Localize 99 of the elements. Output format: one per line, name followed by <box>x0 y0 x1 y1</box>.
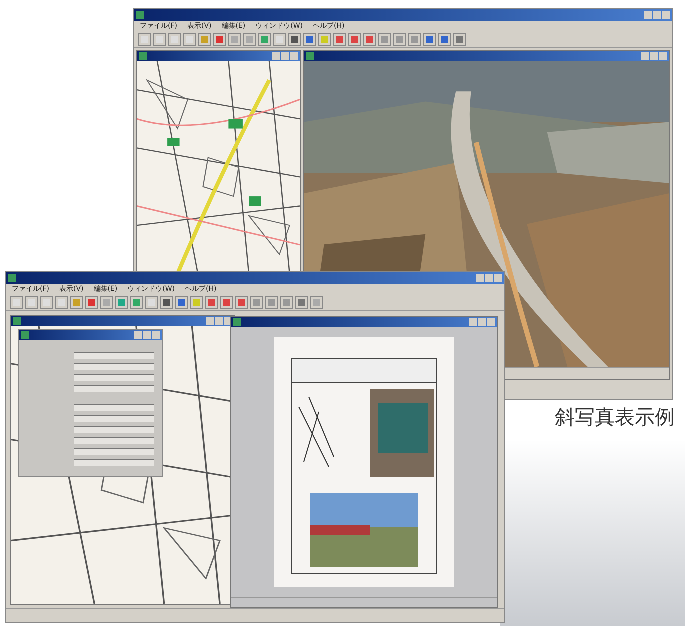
toolbar-button[interactable] <box>183 32 196 46</box>
tool-icon <box>261 36 268 42</box>
tool-icon <box>336 36 343 42</box>
tool-icon <box>456 36 463 42</box>
toolbar-button[interactable] <box>145 296 158 308</box>
toolbar-button[interactable] <box>220 296 233 308</box>
toolbar-button[interactable] <box>438 32 451 46</box>
toolbar-button[interactable] <box>55 296 68 308</box>
input-field[interactable] <box>74 374 154 381</box>
tool-icon <box>178 298 185 306</box>
toolbar-button[interactable] <box>363 32 376 46</box>
tool-icon <box>253 298 260 306</box>
tool-icon <box>238 298 245 306</box>
toolbar-button[interactable] <box>318 32 331 46</box>
tool-icon <box>276 36 283 42</box>
toolbar-button[interactable] <box>265 296 278 308</box>
tool-icon <box>148 298 155 306</box>
tool-icon <box>201 36 208 42</box>
input-field[interactable] <box>74 404 154 411</box>
toolbar-button[interactable] <box>160 296 173 308</box>
input-field[interactable] <box>74 385 154 392</box>
tool-icon <box>291 36 298 42</box>
toolbar-button[interactable] <box>235 296 248 308</box>
toolbar-button[interactable] <box>175 296 188 308</box>
app-icon <box>306 52 314 60</box>
tool-icon <box>103 298 110 306</box>
tool-icon <box>186 36 193 42</box>
toolbar-button[interactable] <box>70 296 83 308</box>
input-field[interactable] <box>74 363 154 370</box>
app-icon <box>136 11 144 19</box>
app-icon <box>233 318 241 326</box>
tool-icon <box>118 298 125 306</box>
tool-icon <box>13 298 20 306</box>
input-field[interactable] <box>74 448 154 455</box>
tool-icon <box>298 298 305 306</box>
toolbar-button[interactable] <box>198 32 211 46</box>
tool-icon <box>231 36 238 42</box>
toolbar-button[interactable] <box>378 32 391 46</box>
toolbar-button[interactable] <box>408 32 421 46</box>
toolbar-button[interactable] <box>423 32 436 46</box>
app-icon <box>8 274 16 282</box>
tool-icon <box>321 36 328 42</box>
tool-icon <box>411 36 418 42</box>
tool-icon <box>133 298 140 306</box>
tool-icon <box>283 298 290 306</box>
toolbar-button[interactable] <box>243 32 256 46</box>
tool-icon <box>141 36 148 42</box>
toolbar-button[interactable] <box>100 296 113 308</box>
toolbar-button[interactable] <box>453 32 466 46</box>
tool-icon <box>268 298 275 306</box>
toolbar-button[interactable] <box>10 296 23 308</box>
tool-icon <box>246 36 253 42</box>
tool-icon <box>43 298 50 306</box>
input-field[interactable] <box>74 415 154 422</box>
caption: 斜写真表示例 <box>555 407 675 427</box>
app-icon <box>139 52 147 60</box>
input-field[interactable] <box>74 437 154 444</box>
tool-icon <box>351 36 358 42</box>
toolbar-button[interactable] <box>40 296 53 308</box>
toolbar-button[interactable] <box>280 296 293 308</box>
tool-icon <box>396 36 403 42</box>
tool-icon <box>216 36 223 42</box>
toolbar-button[interactable] <box>288 32 301 46</box>
toolbar-button[interactable] <box>333 32 346 46</box>
tool-icon <box>306 36 313 42</box>
input-field[interactable] <box>74 426 154 433</box>
tool-icon <box>156 36 163 42</box>
tool-icon <box>193 298 200 306</box>
tool-icon <box>223 298 230 306</box>
toolbar-button[interactable] <box>138 32 151 46</box>
toolbar-button[interactable] <box>168 32 181 46</box>
toolbar-button[interactable] <box>190 296 203 308</box>
toolbar-button[interactable] <box>25 296 38 308</box>
tool-icon <box>171 36 178 42</box>
toolbar-button[interactable] <box>348 32 361 46</box>
toolbar-button[interactable] <box>213 32 226 46</box>
tool-icon <box>441 36 448 42</box>
toolbar-button[interactable] <box>85 296 98 308</box>
input-field[interactable] <box>74 352 154 359</box>
tool-icon <box>366 36 373 42</box>
tool-icon <box>163 298 170 306</box>
toolbar-button[interactable] <box>153 32 166 46</box>
toolbar-button[interactable] <box>228 32 241 46</box>
toolbar-button[interactable] <box>393 32 406 46</box>
toolbar-button[interactable] <box>258 32 271 46</box>
tool-icon <box>208 298 215 306</box>
toolbar-button[interactable] <box>130 296 143 308</box>
tool-icon <box>426 36 433 42</box>
tool-icon <box>58 298 65 306</box>
tool-icon <box>73 298 80 306</box>
input-field[interactable] <box>74 459 154 466</box>
tool-icon <box>381 36 388 42</box>
toolbar-button[interactable] <box>303 32 316 46</box>
toolbar-button[interactable] <box>273 32 286 46</box>
toolbar-button[interactable] <box>115 296 128 308</box>
tool-icon <box>28 298 35 306</box>
tool-icon <box>88 298 95 306</box>
toolbar-button[interactable] <box>250 296 263 308</box>
toolbar-button[interactable] <box>205 296 218 308</box>
